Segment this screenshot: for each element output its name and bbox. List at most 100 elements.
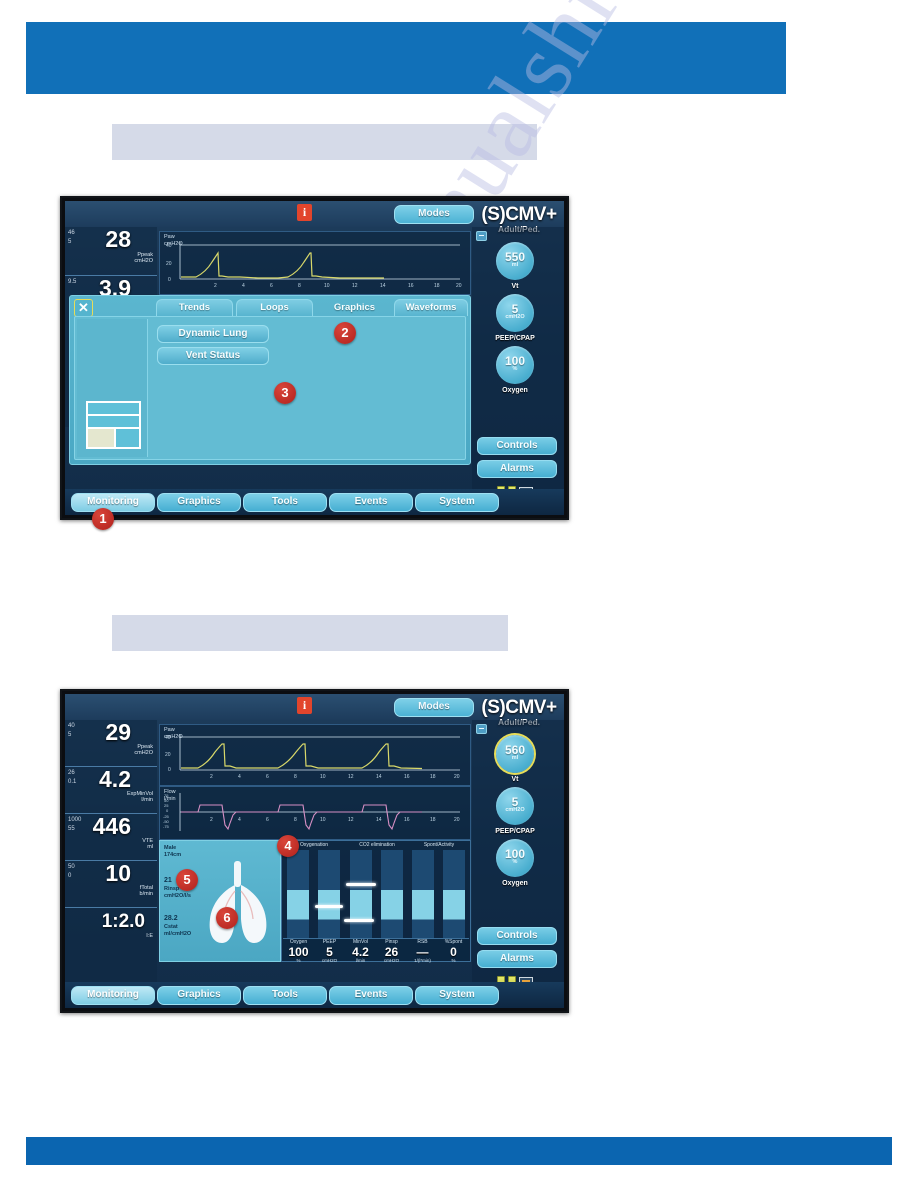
measurement-row[interactable]: 26 0.1 4.2 ExpMinVol l/min xyxy=(65,767,157,814)
vent-status-button[interactable]: Vent Status xyxy=(157,347,269,365)
vent-status-panel[interactable]: Oxygenation CO2 elimination Spont/Activi… xyxy=(281,840,471,963)
nav-tools[interactable]: Tools xyxy=(243,493,327,512)
measurement-label: fTotal b/min xyxy=(139,885,153,898)
measurement-row[interactable]: 40 5 29 Ppeak cmH2O xyxy=(65,720,157,767)
graphics-dialog: ✕ Trends Loops Graphics Waveforms Dynami… xyxy=(69,295,471,465)
nav-graphics[interactable]: Graphics xyxy=(157,986,241,1005)
setting-unit: % xyxy=(512,366,518,372)
measurement-row[interactable]: 1:2.0 I:E xyxy=(65,908,157,952)
svg-text:20: 20 xyxy=(165,752,171,758)
collapse-minus-button[interactable] xyxy=(476,724,487,734)
flow-waveform-2[interactable]: Flow l/min 75 50 25 0 -25 -50 -75 246 8 10 12 … xyxy=(159,786,471,840)
tab-waveforms[interactable]: Waveforms xyxy=(394,299,468,316)
callout-2: 2 xyxy=(334,322,356,344)
svg-text:10: 10 xyxy=(324,283,330,289)
dynamic-lung-panel[interactable]: Male 174cm 21 Rinsp cmH2O/l/s 28.2 Cstat… xyxy=(159,840,281,962)
svg-text:16: 16 xyxy=(404,817,410,823)
setting-knob-oxygen[interactable]: 100 % xyxy=(496,346,534,384)
nav-system[interactable]: System xyxy=(415,493,499,512)
svg-text:8: 8 xyxy=(294,817,297,823)
nav-graphics[interactable]: Graphics xyxy=(157,493,241,512)
paw-waveform-1[interactable]: Paw cmH2O 40 20 0 246 8 10 12 14 16 18 20 xyxy=(159,231,471,295)
svg-text:16: 16 xyxy=(404,774,410,780)
dynamic-lung-button[interactable]: Dynamic Lung xyxy=(157,325,269,343)
measurement-row[interactable]: 1000 55 446 VTE ml xyxy=(65,814,157,861)
svg-text:18: 18 xyxy=(430,774,436,780)
measurement-row[interactable]: 46 5 28 Ppeak cmH2O xyxy=(65,227,157,276)
nav-tools[interactable]: Tools xyxy=(243,986,327,1005)
lung-icon xyxy=(209,861,267,943)
tab-loops[interactable]: Loops xyxy=(236,299,313,316)
setting-value: 5 xyxy=(511,302,519,316)
svg-text:14: 14 xyxy=(376,817,382,823)
alarms-button[interactable]: Alarms xyxy=(477,950,557,968)
measurement-value: 28 xyxy=(105,226,131,252)
tab-trends[interactable]: Trends xyxy=(156,299,233,316)
alarm-limit-high: 40 xyxy=(68,723,75,729)
alarm-limit-high: 1000 xyxy=(68,817,82,823)
paw-waveform-2[interactable]: Paw cmH2O 40 20 0 246 8 10 12 14 16 18 20 xyxy=(159,724,471,786)
measurement-label: VTE ml xyxy=(142,838,153,851)
nav-monitoring[interactable]: Monitoring xyxy=(71,493,155,512)
alarm-limit-low: 55 xyxy=(68,826,75,832)
nav-events[interactable]: Events xyxy=(329,493,413,512)
alarm-limit-low: 0.1 xyxy=(68,779,77,785)
info-icon[interactable]: i xyxy=(297,204,312,221)
setting-value: 5 xyxy=(511,795,519,809)
caption-box-2 xyxy=(112,615,508,651)
nav-system[interactable]: System xyxy=(415,986,499,1005)
status-col-spont: Spont/Activity xyxy=(423,842,455,848)
info-icon[interactable]: i xyxy=(297,697,312,714)
setting-knob-vt[interactable]: 550 ml xyxy=(496,242,534,280)
close-icon[interactable]: ✕ xyxy=(74,299,93,317)
dialog-left-pane xyxy=(77,319,148,457)
setting-unit: ml xyxy=(511,262,519,268)
measurement-label: ExpMinVol l/min xyxy=(127,791,153,804)
modes-button[interactable]: Modes xyxy=(394,205,474,224)
callout-6: 6 xyxy=(216,907,238,929)
controls-button[interactable]: Controls xyxy=(477,437,557,455)
setting-value: 100 xyxy=(504,354,526,368)
setting-unit: % xyxy=(512,859,518,865)
svg-text:12: 12 xyxy=(348,817,354,823)
setting-unit: ml xyxy=(511,755,519,761)
svg-text:10: 10 xyxy=(320,817,326,823)
svg-text:8: 8 xyxy=(294,774,297,780)
patient-info: Male 174cm xyxy=(164,845,182,858)
shot2-measurements-column: 40 5 29 Ppeak cmH2O 26 0.1 4.2 ExpMinVol… xyxy=(65,720,157,982)
alarm-limit-low: 5 xyxy=(68,732,72,738)
svg-text:40: 40 xyxy=(165,735,171,741)
alarms-button[interactable]: Alarms xyxy=(477,460,557,478)
svg-text:12: 12 xyxy=(348,774,354,780)
status-bar-oxygen xyxy=(287,850,309,939)
alarm-limit-low: 0 xyxy=(68,873,72,879)
measurement-value: 1:2.0 xyxy=(101,911,145,932)
svg-text:6: 6 xyxy=(266,774,269,780)
status-bar-pinsp xyxy=(381,850,403,939)
svg-text:18: 18 xyxy=(430,817,436,823)
setting-knob-vt[interactable]: 560 ml xyxy=(496,735,534,773)
layout-thumbnail[interactable] xyxy=(86,401,141,449)
collapse-minus-button[interactable] xyxy=(476,231,487,241)
tab-graphics[interactable]: Graphics xyxy=(316,299,393,316)
setting-knob-oxygen[interactable]: 100 % xyxy=(496,839,534,877)
callout-1: 1 xyxy=(92,508,114,530)
svg-text:-75: -75 xyxy=(163,824,170,829)
setting-knob-peep[interactable]: 5 cmH2O xyxy=(496,294,534,332)
status-marker-peep xyxy=(315,905,343,908)
svg-text:8: 8 xyxy=(298,283,301,289)
nav-monitoring[interactable]: Monitoring xyxy=(71,986,155,1005)
measurement-value: 4.2 xyxy=(99,766,131,792)
measurement-label: Ppeak cmH2O xyxy=(134,744,153,757)
paw-trace-svg: 40 20 0 2 4 6 8 10 12 14 16 18 20 xyxy=(166,242,462,289)
svg-text:20: 20 xyxy=(454,817,460,823)
shot2-bottom-nav: Monitoring Graphics Tools Events System xyxy=(65,982,564,1008)
setting-knob-peep[interactable]: 5 cmH2O xyxy=(496,787,534,825)
measurement-row[interactable]: 50 0 10 fTotal b/min xyxy=(65,861,157,908)
ventilator-screenshot-1: i Modes (S)CMV+ Adult/Ped. 46 5 28 Ppeak… xyxy=(60,196,569,520)
nav-events[interactable]: Events xyxy=(329,986,413,1005)
modes-button[interactable]: Modes xyxy=(394,698,474,717)
alarm-limit-high: 9.5 xyxy=(68,279,77,285)
controls-button[interactable]: Controls xyxy=(477,927,557,945)
caption-box-1 xyxy=(112,124,537,160)
